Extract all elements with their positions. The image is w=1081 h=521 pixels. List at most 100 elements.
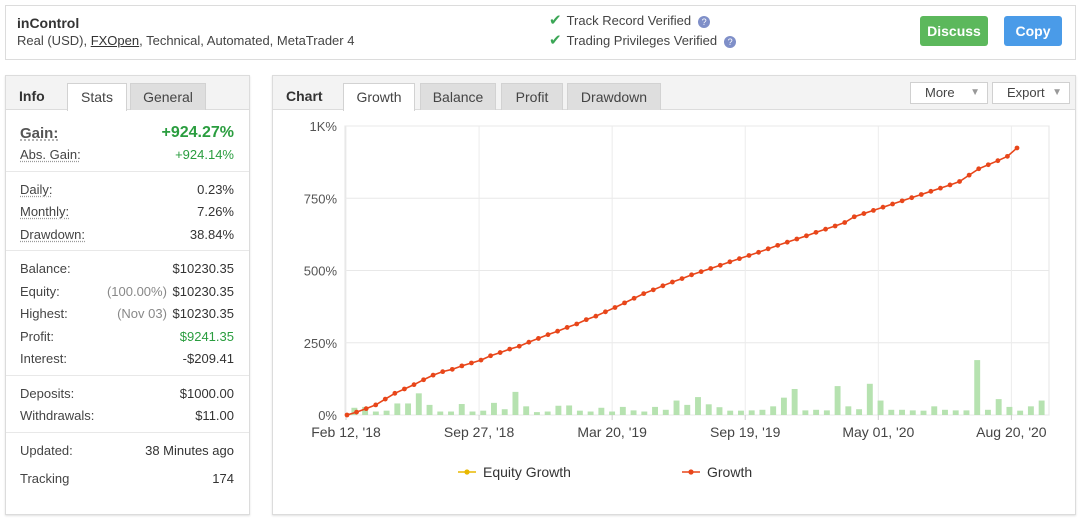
growth-point	[918, 192, 924, 197]
growth-point	[737, 256, 742, 262]
bar	[662, 409, 669, 415]
growth-point	[612, 305, 618, 310]
updated-label: Updated:	[20, 442, 73, 458]
bar	[501, 409, 508, 415]
bar	[491, 402, 497, 415]
interest-value: -$209.41	[182, 351, 234, 366]
y-tick-label: 500%	[304, 264, 338, 279]
tab-profit[interactable]: Profit	[501, 83, 563, 110]
growth-point	[995, 158, 1001, 164]
account-name: inControl	[17, 15, 80, 31]
tab-drawdown[interactable]: Drawdown	[567, 83, 661, 110]
bar	[1017, 410, 1024, 415]
bar	[866, 383, 873, 415]
growth-point	[660, 283, 666, 289]
growth-point	[421, 377, 426, 383]
info-tabbar: Info Stats General	[6, 76, 249, 111]
tab-balance[interactable]: Balance	[420, 83, 496, 110]
bar	[888, 409, 895, 415]
y-tick-label: 0%	[318, 408, 337, 423]
chevron-down-icon: ▼	[970, 87, 980, 98]
x-tick-label: Sep 19, '19	[710, 424, 781, 440]
track-record-verified: ✔ Track Record Verified?	[549, 11, 711, 29]
growth-point	[449, 366, 455, 372]
gain-row: Gain: +924.27%	[6, 119, 249, 143]
tab-general[interactable]: General	[130, 83, 206, 110]
bar	[942, 409, 948, 415]
growth-point	[545, 332, 551, 338]
bar	[780, 397, 787, 415]
tab-growth[interactable]: Growth	[343, 83, 415, 111]
growth-point	[354, 409, 359, 415]
more-dropdown[interactable]: More ▼	[910, 82, 988, 104]
x-tick-label: Feb 12, '18	[311, 424, 381, 440]
profit-value: $9241.35	[179, 328, 234, 344]
updated-row: Updated: 38 Minutes ago	[6, 439, 249, 467]
growth-point	[746, 253, 752, 258]
growth-point	[1014, 145, 1020, 151]
abs-gain-row: Abs. Gain: +924.14%	[6, 143, 249, 166]
growth-point	[871, 207, 876, 213]
abs-gain-label[interactable]: Abs. Gain:	[20, 147, 81, 162]
account-desc-prefix: Real (USD),	[17, 33, 91, 48]
growth-point	[861, 211, 867, 216]
bar	[1006, 406, 1013, 415]
bar	[555, 405, 562, 415]
x-tick-label: Sep 27, '18	[444, 424, 515, 440]
profit-label: Profit:	[20, 328, 54, 344]
bar	[544, 411, 551, 415]
profit-row: Profit: $9241.35	[6, 325, 249, 348]
discuss-button[interactable]: Discuss	[920, 16, 988, 46]
bar	[533, 412, 540, 415]
tracking-value: 174	[212, 470, 234, 486]
chart-panel: Chart Growth Balance Profit Drawdown Mor…	[272, 75, 1076, 515]
growth-point	[957, 179, 962, 184]
tab-stats[interactable]: Stats	[67, 83, 127, 111]
bar	[566, 405, 573, 415]
daily-label[interactable]: Daily:	[20, 182, 53, 197]
monthly-value: 7.26%	[197, 204, 234, 219]
bar	[856, 409, 863, 415]
growth-point	[555, 328, 560, 334]
gain-label[interactable]: Gain:	[20, 125, 58, 142]
export-dropdown[interactable]: Export ▼	[992, 82, 1070, 104]
growth-point	[689, 272, 694, 278]
help-icon[interactable]: ?	[724, 35, 737, 48]
growth-point	[717, 262, 723, 268]
withdrawals-row: Withdrawals: $11.00	[6, 404, 249, 427]
growth-point	[574, 321, 580, 327]
interest-row: Interest: -$209.41	[6, 347, 249, 370]
bar	[415, 393, 422, 415]
copy-button[interactable]: Copy	[1004, 16, 1062, 46]
bar	[372, 411, 379, 415]
updated-value: 38 Minutes ago	[145, 442, 234, 458]
growth-point	[641, 291, 647, 297]
bar	[716, 407, 723, 415]
bar	[630, 410, 637, 415]
growth-point	[603, 309, 608, 315]
drawdown-value: 38.84%	[189, 226, 234, 242]
growth-point	[928, 188, 934, 194]
growth-point	[832, 223, 838, 229]
highest-label: Highest:	[20, 306, 68, 321]
growth-point	[497, 350, 503, 355]
monthly-label[interactable]: Monthly:	[20, 204, 69, 219]
drawdown-label[interactable]: Drawdown:	[20, 227, 85, 242]
growth-point	[488, 353, 493, 359]
growth-point	[985, 162, 991, 168]
abs-gain-value: +924.14%	[175, 147, 234, 162]
help-icon[interactable]: ?	[698, 15, 711, 28]
bar	[576, 410, 583, 415]
bar	[1038, 400, 1045, 415]
bar	[931, 406, 938, 415]
bar	[448, 411, 454, 415]
info-title: Info	[19, 88, 45, 104]
bar	[899, 409, 905, 415]
y-tick-label: 1K%	[310, 119, 338, 134]
broker-link[interactable]: FXOpen	[91, 33, 139, 48]
growth-point	[813, 229, 819, 235]
y-tick-label: 250%	[304, 336, 338, 351]
bar	[909, 410, 916, 415]
bar	[791, 388, 798, 415]
bar	[598, 407, 605, 415]
